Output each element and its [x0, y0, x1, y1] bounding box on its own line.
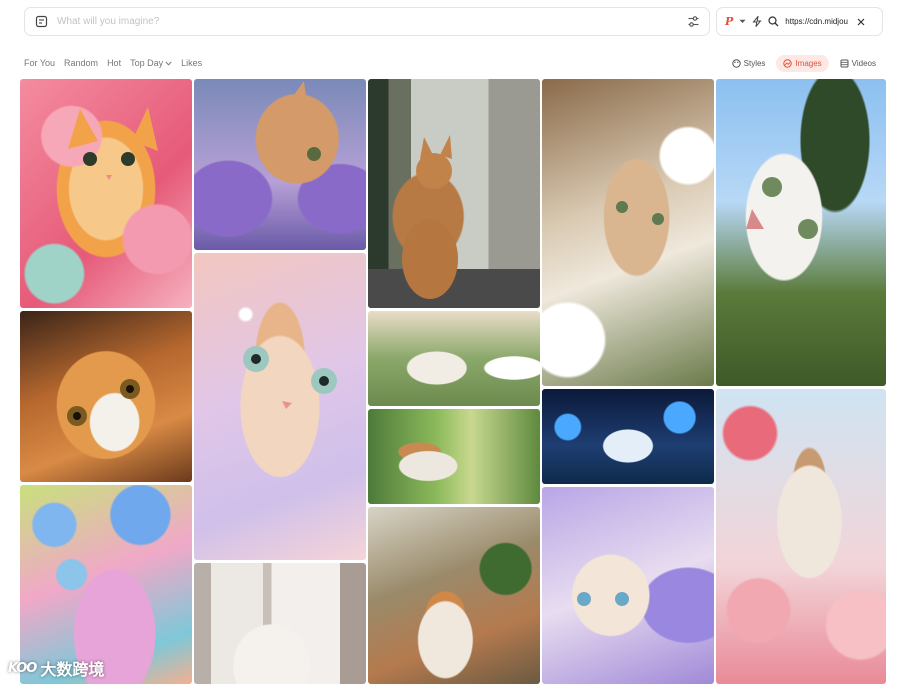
prompt-input[interactable]	[57, 16, 686, 27]
url-input[interactable]: https://cdn.midjou	[785, 17, 851, 26]
image-tile-fluffy-cat-garden-flowers[interactable]	[368, 311, 540, 406]
cat-illustration	[577, 592, 629, 606]
tab-top-day-label: Top Day	[130, 58, 164, 68]
search-icon[interactable]	[768, 16, 779, 27]
chevron-down-icon[interactable]	[739, 19, 746, 24]
cat-illustration	[243, 346, 337, 409]
image-tile-orange-cat-closeup[interactable]	[20, 311, 192, 482]
settings-sliders-icon[interactable]	[686, 15, 700, 29]
videos-button[interactable]: Videos	[833, 55, 883, 72]
view-toggles: Styles Images Videos	[725, 55, 883, 72]
tab-top-day[interactable]: Top Day	[130, 58, 172, 68]
filter-tabs: For You Random Hot Top Day Likes	[24, 58, 202, 68]
image-tile-white-cat-window[interactable]	[194, 563, 366, 684]
cat-illustration	[368, 135, 540, 308]
close-icon[interactable]	[857, 18, 865, 26]
images-button[interactable]: Images	[776, 55, 829, 72]
url-bar: P https://cdn.midjou	[716, 7, 883, 36]
personalization-badge[interactable]: P	[725, 15, 733, 28]
cat-illustration	[746, 177, 818, 239]
image-tile-fluffy-cat-white-flowers[interactable]	[542, 79, 714, 386]
image-tile-cat-pink-roses[interactable]	[716, 389, 886, 684]
tab-random[interactable]: Random	[64, 58, 98, 68]
chevron-down-icon	[165, 61, 172, 66]
image-tile-white-cat-blue-glow[interactable]	[542, 389, 714, 484]
styles-button[interactable]: Styles	[725, 55, 773, 72]
image-tile-calico-cat-bamboo[interactable]	[368, 409, 540, 504]
image-tile-kitten-sparkle-pastel[interactable]	[194, 253, 366, 560]
cat-illustration	[68, 107, 158, 180]
cat-illustration	[67, 379, 140, 426]
videos-label: Videos	[851, 59, 876, 68]
images-icon	[783, 59, 793, 68]
tab-likes[interactable]: Likes	[181, 58, 202, 68]
cat-illustration	[616, 201, 664, 225]
watermark: KOO 大数跨境	[8, 656, 104, 680]
prompt-bar	[24, 7, 710, 36]
image-tile-cat-selfie-sky[interactable]	[716, 79, 886, 386]
image-tile-kitten-purple-flowers[interactable]	[542, 487, 714, 684]
palette-icon	[731, 59, 741, 68]
tab-hot[interactable]: Hot	[107, 58, 121, 68]
image-tile-pastel-cat-bubbles[interactable]	[20, 485, 192, 684]
image-tile-tabby-cat-lavender[interactable]	[194, 79, 366, 250]
image-tile-tabby-cat-street[interactable]	[368, 79, 540, 308]
cat-illustration	[284, 81, 321, 161]
image-tile-cat-potted-plants[interactable]	[368, 507, 540, 684]
tab-for-you[interactable]: For You	[24, 58, 55, 68]
film-icon	[840, 59, 849, 68]
image-tile-orange-cat-pink-flowers[interactable]	[20, 79, 192, 308]
watermark-logo: KOO	[8, 660, 37, 676]
watermark-text: 大数跨境	[40, 660, 105, 679]
lightning-icon[interactable]	[752, 16, 762, 27]
image-prompt-icon[interactable]	[34, 15, 48, 29]
images-label: Images	[795, 59, 822, 68]
styles-label: Styles	[743, 59, 766, 68]
